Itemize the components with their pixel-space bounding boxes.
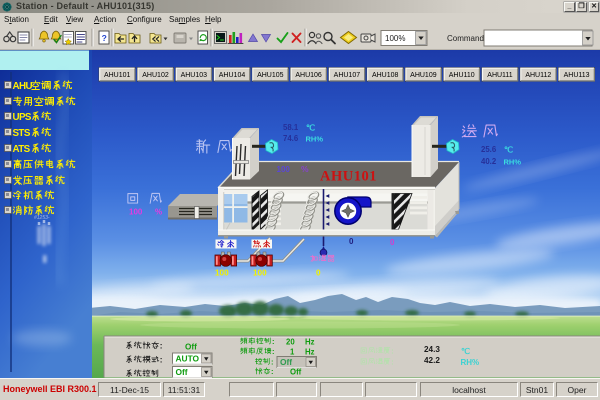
- svg-text::: :: [160, 356, 163, 365]
- svg-text:Hz: Hz: [305, 338, 315, 347]
- svg-text:RH%: RH%: [461, 358, 480, 367]
- svg-text:℃: ℃: [461, 347, 470, 356]
- svg-text:24.3: 24.3: [424, 345, 440, 354]
- svg-text:0: 0: [390, 238, 395, 247]
- svg-text:40.2: 40.2: [481, 157, 497, 166]
- svg-text:AHU102: AHU102: [142, 72, 169, 79]
- svg-text::: :: [271, 367, 274, 376]
- svg-text:Hz: Hz: [305, 348, 315, 357]
- svg-text::: :: [391, 346, 393, 355]
- svg-text:AHU112: AHU112: [525, 72, 551, 79]
- svg-text:42.2: 42.2: [424, 356, 440, 365]
- svg-text:UPS: UPS: [13, 112, 32, 123]
- svg-text:℃: ℃: [306, 124, 315, 133]
- svg-text:AHU111: AHU111: [487, 72, 513, 79]
- svg-text:STS: STS: [13, 128, 31, 139]
- svg-text:ATS: ATS: [13, 144, 31, 155]
- svg-text:Off: Off: [280, 357, 292, 367]
- svg-text:RH%: RH%: [306, 135, 324, 144]
- svg-text:AHU104: AHU104: [219, 72, 246, 79]
- svg-text:AHU108: AHU108: [372, 72, 399, 79]
- svg-text:74.6: 74.6: [283, 134, 299, 143]
- svg-text:AHU: AHU: [13, 81, 33, 92]
- svg-text:AHU113: AHU113: [564, 72, 590, 79]
- svg-text:AHU101: AHU101: [320, 169, 377, 185]
- svg-text::: :: [271, 358, 274, 367]
- svg-text:AHU107: AHU107: [334, 72, 361, 79]
- svg-text:%: %: [155, 208, 162, 217]
- svg-text:Command: Command: [447, 34, 484, 43]
- svg-text::: :: [391, 357, 393, 366]
- svg-text:100: 100: [277, 165, 291, 174]
- svg-text:%: %: [301, 164, 309, 174]
- svg-text:RH%: RH%: [504, 158, 522, 167]
- svg-text::: :: [272, 337, 275, 346]
- svg-text:#1253-: #1253-: [34, 215, 50, 221]
- svg-text:Off: Off: [176, 367, 188, 377]
- svg-text::: :: [160, 342, 163, 351]
- svg-text:58.1: 58.1: [283, 123, 299, 132]
- svg-text:Off: Off: [290, 368, 302, 377]
- svg-text:AHU109: AHU109: [410, 72, 437, 79]
- svg-text:AHU103: AHU103: [181, 72, 208, 79]
- svg-text:AHU106: AHU106: [295, 72, 322, 79]
- svg-text:0: 0: [316, 269, 321, 278]
- svg-text:Off: Off: [185, 343, 197, 352]
- svg-text:AHU105: AHU105: [257, 72, 284, 79]
- svg-text:100: 100: [129, 208, 143, 217]
- svg-text:25.6: 25.6: [481, 145, 497, 154]
- svg-text:100%: 100%: [385, 34, 405, 43]
- svg-text:100: 100: [215, 269, 229, 278]
- svg-text:℃: ℃: [504, 146, 513, 155]
- svg-text:1: 1: [290, 348, 295, 357]
- svg-text:100: 100: [253, 269, 267, 278]
- svg-text:?: ?: [102, 33, 107, 43]
- svg-text:AUTO: AUTO: [176, 354, 200, 364]
- svg-text:0: 0: [349, 237, 354, 246]
- svg-text:AHU101: AHU101: [104, 72, 131, 79]
- svg-text:20: 20: [286, 338, 295, 347]
- svg-text::: :: [272, 347, 275, 356]
- svg-text:AHU110: AHU110: [449, 72, 475, 79]
